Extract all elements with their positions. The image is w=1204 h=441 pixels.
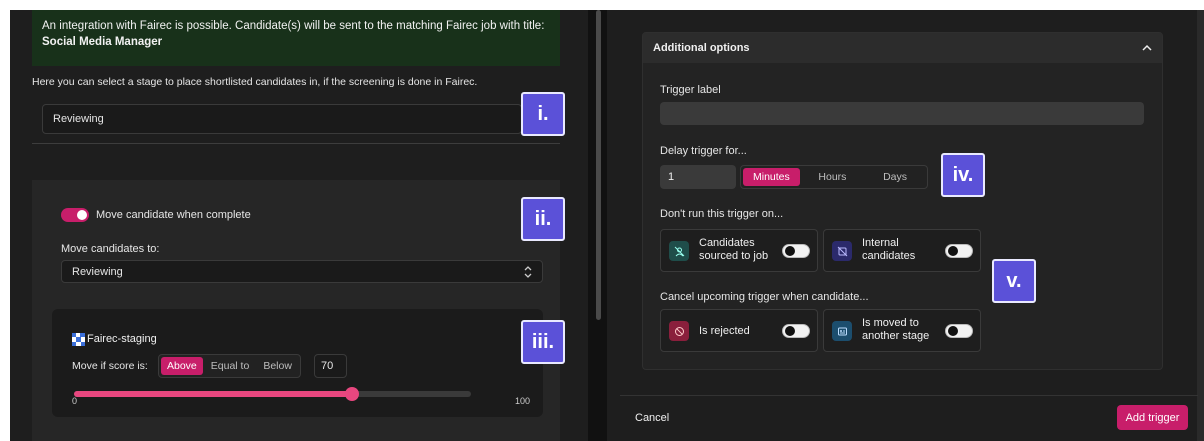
- stage-help-text: Here you can select a stage to place sho…: [32, 76, 478, 88]
- annotation-badge-i: i.: [521, 92, 565, 136]
- chevron-updown-icon: [524, 265, 532, 278]
- score-slider-fill: [74, 391, 352, 397]
- footer-divider: [620, 395, 1198, 396]
- option-below[interactable]: Below: [257, 357, 298, 375]
- annotation-badge-iv: iv.: [941, 153, 985, 197]
- move-candidate-label: Move candidate when complete: [96, 209, 251, 221]
- cancel-on-moved-toggle[interactable]: [945, 324, 973, 338]
- integration-info-banner: An integration with Fairec is possible. …: [32, 10, 560, 66]
- fairec-logo-icon: [72, 333, 85, 346]
- delay-value: 1: [668, 171, 675, 183]
- score-comparison-segment: Above Equal to Below: [158, 354, 301, 378]
- cancel-on-moved-option: Is moved to another stage: [823, 309, 981, 352]
- annotation-badge-v: v.: [992, 259, 1036, 303]
- exclude-internal-line1: Internal: [862, 237, 899, 249]
- score-value-input[interactable]: 70: [314, 354, 347, 378]
- cancel-on-rejected-option: Is rejected: [660, 309, 818, 352]
- additional-options-title: Additional options: [653, 42, 750, 54]
- exclude-internal-toggle[interactable]: [945, 244, 973, 258]
- integration-job-title: Social Media Manager: [42, 36, 163, 48]
- cancel-on-moved-line1: Is moved to: [862, 317, 919, 329]
- delay-input[interactable]: 1: [660, 165, 736, 189]
- exclude-sourced-line1: Candidates: [699, 237, 755, 249]
- move-to-select[interactable]: Reviewing: [61, 260, 543, 283]
- trigger-label-title: Trigger label: [660, 84, 721, 96]
- exclude-sourced-label: Candidates sourced to job: [699, 237, 768, 263]
- exclude-sourced-line2: sourced to job: [699, 250, 769, 262]
- exclude-internal-label: Internal candidates: [862, 237, 915, 263]
- user-off-icon: [669, 241, 689, 261]
- cancel-trigger-label: Cancel upcoming trigger when candidate..…: [660, 291, 869, 303]
- annotation-badge-ii: ii.: [521, 197, 565, 241]
- exclude-internal-line2: candidates: [862, 250, 916, 262]
- left-scrollbar[interactable]: [596, 10, 601, 320]
- delay-unit-segment: Minutes Hours Days: [740, 165, 928, 189]
- cancel-on-rejected-label: Is rejected: [699, 325, 750, 337]
- exclude-internal-option: Internal candidates: [823, 229, 981, 272]
- unit-minutes[interactable]: Minutes: [743, 168, 800, 186]
- cancel-button[interactable]: Cancel: [635, 412, 669, 424]
- score-rule-label: Move if score is:: [72, 360, 148, 372]
- right-scrollbar[interactable]: [1197, 10, 1204, 441]
- stage-icon: [832, 321, 852, 341]
- add-trigger-button[interactable]: Add trigger: [1117, 405, 1188, 430]
- section-divider: [32, 143, 560, 144]
- stage-select-value: Reviewing: [53, 113, 104, 125]
- cancel-on-moved-line2: another stage: [862, 330, 930, 342]
- option-above[interactable]: Above: [161, 357, 203, 375]
- chevron-up-icon: [1142, 42, 1152, 54]
- score-slider[interactable]: [74, 387, 471, 401]
- unit-days[interactable]: Days: [865, 168, 925, 186]
- move-to-value: Reviewing: [72, 265, 123, 278]
- exclude-sourced-option: Candidates sourced to job: [660, 229, 818, 272]
- fairec-name: Fairec-staging: [87, 333, 157, 345]
- option-equal-to[interactable]: Equal to: [205, 357, 256, 375]
- delay-label: Delay trigger for...: [660, 145, 747, 157]
- internal-off-icon: [832, 241, 852, 261]
- stage-select[interactable]: Reviewing: [42, 104, 522, 134]
- score-slider-thumb[interactable]: [344, 387, 359, 401]
- move-to-label: Move candidates to:: [61, 243, 160, 255]
- ban-icon: [669, 321, 689, 341]
- slider-max-label: 100: [515, 396, 531, 406]
- additional-options-header[interactable]: Additional options: [643, 33, 1162, 63]
- unit-hours[interactable]: Hours: [808, 168, 856, 186]
- move-candidate-toggle[interactable]: [61, 208, 89, 222]
- score-value: 70: [321, 360, 334, 372]
- integration-info-text: An integration with Fairec is possible. …: [42, 20, 545, 32]
- trigger-label-input[interactable]: [660, 102, 1144, 125]
- cancel-on-moved-label: Is moved to another stage: [862, 317, 929, 343]
- slider-min-label: 0: [72, 396, 78, 406]
- dont-run-label: Don't run this trigger on...: [660, 208, 784, 220]
- cancel-on-rejected-toggle[interactable]: [782, 324, 810, 338]
- exclude-sourced-toggle[interactable]: [782, 244, 810, 258]
- annotation-badge-iii: iii.: [521, 320, 565, 364]
